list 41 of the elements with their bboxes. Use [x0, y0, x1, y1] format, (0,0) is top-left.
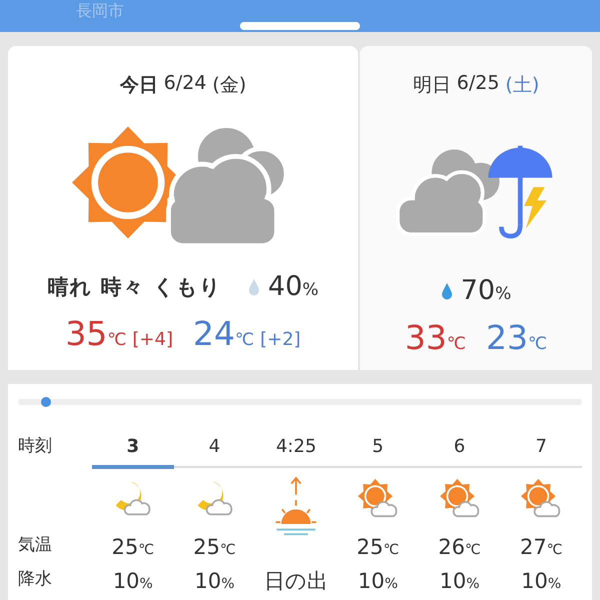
day-card[interactable]: 今日 6/24 (金) 晴れ 時々 くもり 40% 35℃ [+4] 24℃ [+2] [8, 46, 358, 370]
raindrop-icon [440, 282, 453, 300]
hour-label[interactable]: 3 [126, 436, 140, 456]
day-date: 6/24 [164, 72, 206, 96]
high-temperature: 33℃ [404, 318, 466, 357]
day-weekday: (金) [212, 73, 246, 98]
day-date: 6/25 [456, 72, 500, 96]
hour-temperature: 26℃ [438, 535, 481, 559]
low-temperature: 24℃ [193, 314, 254, 353]
hour-label[interactable]: 7 [535, 436, 547, 456]
hour-label[interactable]: 5 [372, 436, 384, 456]
row-label: 気温 [18, 534, 52, 556]
raindrop-icon [248, 278, 260, 296]
hour-precipitation: 10% [521, 569, 562, 593]
row-label: 降水 [18, 568, 52, 590]
high-temperature: 35℃ [65, 314, 126, 353]
low-temperature: 23℃ [486, 318, 548, 357]
day-label: 今日 [120, 73, 158, 98]
day-label: 明日 [412, 73, 451, 98]
hour-temperature: 25℃ [356, 535, 400, 559]
hour-temperature: 25℃ [193, 535, 236, 559]
precipitation-chance: 70% [460, 275, 512, 306]
slider-thumb[interactable] [40, 397, 51, 407]
timeline-slider[interactable] [18, 399, 582, 405]
day-weekday: (土) [505, 73, 540, 98]
precipitation-chance: 40% [268, 271, 319, 302]
hour-temperature: 25℃ [112, 535, 154, 559]
hour-precipitation: 日の出 [264, 568, 328, 595]
hour-precipitation: 10% [112, 569, 153, 593]
row-label: 時刻 [18, 435, 52, 457]
low-difference: [+2] [260, 329, 301, 350]
hour-label[interactable]: 6 [454, 436, 466, 456]
hour-temperature: 27℃ [520, 535, 562, 559]
hour-precipitation: 10% [440, 569, 480, 593]
condition-text: 晴れ 時々 くもり [47, 274, 222, 300]
day-card[interactable]: 明日 6/25 (土) 70% 33℃ 23℃ [360, 46, 592, 370]
hour-precipitation: 10% [194, 569, 235, 593]
high-difference: [+4] [132, 329, 173, 350]
hour-label[interactable]: 4 [208, 436, 220, 456]
hour-label[interactable]: 4:25 [276, 436, 316, 456]
hour-precipitation: 10% [358, 569, 398, 593]
